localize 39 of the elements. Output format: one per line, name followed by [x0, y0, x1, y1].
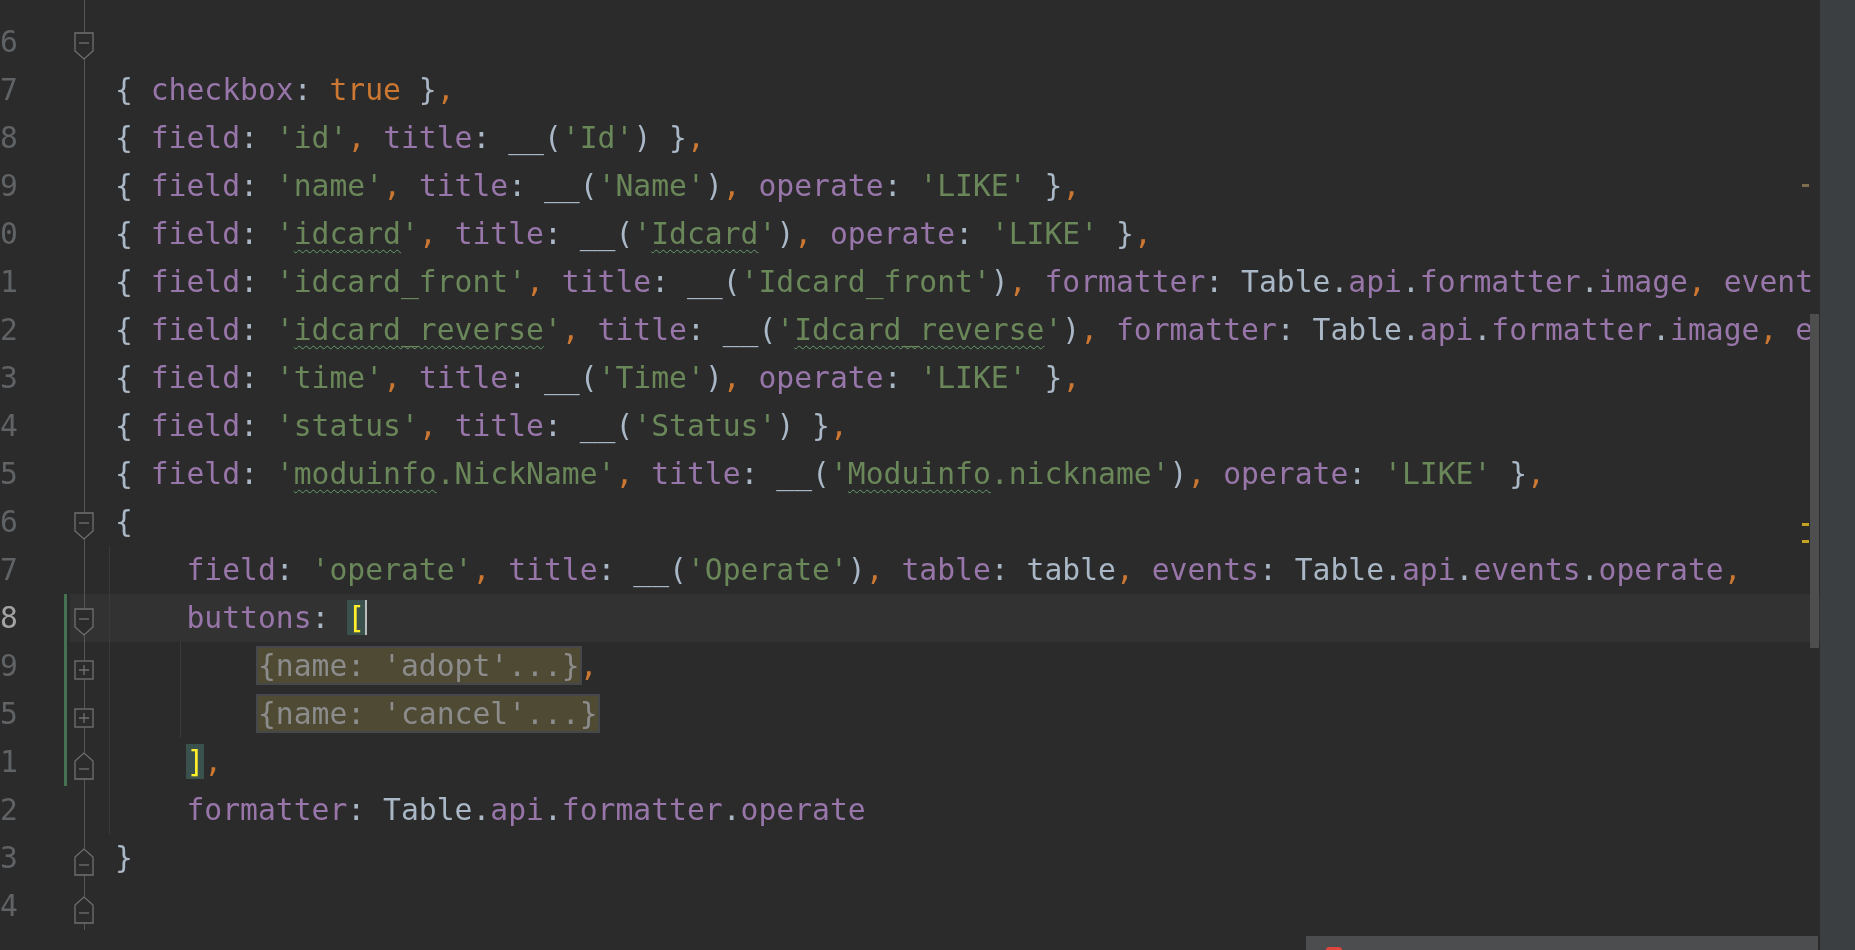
code-line: { field: 'idcard', title: __('Idcard'), operate: 'LIKE' }, [115, 215, 1152, 254]
code-line: } [115, 839, 133, 877]
scrollbar-thumb[interactable] [1810, 314, 1819, 648]
code-line: { field: 'name', title: __('Name'), operate: 'LIKE' }, [115, 167, 1081, 206]
line-number: 6 [0, 24, 18, 59]
line-number: 1 [0, 264, 18, 299]
code-line: ], [186, 743, 223, 781]
line-number: 5 [0, 456, 18, 491]
line-number: 3 [0, 360, 18, 395]
line-number: 2 [0, 792, 18, 827]
line-number: 9 [0, 168, 18, 203]
code-line: { field: 'moduinfo.NickName', title: __('Moduinfo.nickname'), operate: 'LIKE' }, [115, 455, 1545, 494]
alert-icon [1326, 947, 1342, 950]
line-number: 4 [0, 408, 18, 443]
line-number: 7 [0, 72, 18, 107]
code-line: buttons: [ [186, 599, 368, 637]
code-line: { checkbox: true }, [115, 71, 455, 109]
code-line: { [115, 503, 133, 541]
code-line: { field: 'id', title: __('Id') }, [115, 119, 705, 158]
line-number: 1 [0, 744, 18, 779]
line-number: 6 [0, 504, 18, 539]
code-line: { field: 'status', title: __('Status') }, [115, 407, 848, 446]
change-marker[interactable] [64, 594, 67, 642]
code-line: formatter: Table.api.formatter.operate [186, 791, 866, 829]
line-number: 3 [0, 840, 18, 875]
code-line: { field: 'time', title: __('Time'), operate: 'LIKE' }, [115, 359, 1081, 398]
change-marker[interactable] [64, 738, 67, 786]
line-number: 5 [0, 696, 18, 731]
change-marker[interactable] [64, 642, 67, 690]
line-number: 8 [0, 120, 18, 155]
line-number: 7 [0, 552, 18, 587]
change-marker[interactable] [64, 690, 67, 738]
code-line: field: 'operate', title: __('Operate'), table: table, events: Table.api.events.operate, [186, 551, 1742, 590]
line-number: 0 [0, 216, 18, 251]
line-number: 4 [0, 888, 18, 923]
line-number: 2 [0, 312, 18, 347]
line-number: 9 [0, 648, 18, 683]
code-line: { field: 'idcard_front', title: __('Idcard_front'), formatter: Table.api.formatter.image, event [115, 263, 1814, 302]
line-number: 8 [0, 600, 18, 635]
